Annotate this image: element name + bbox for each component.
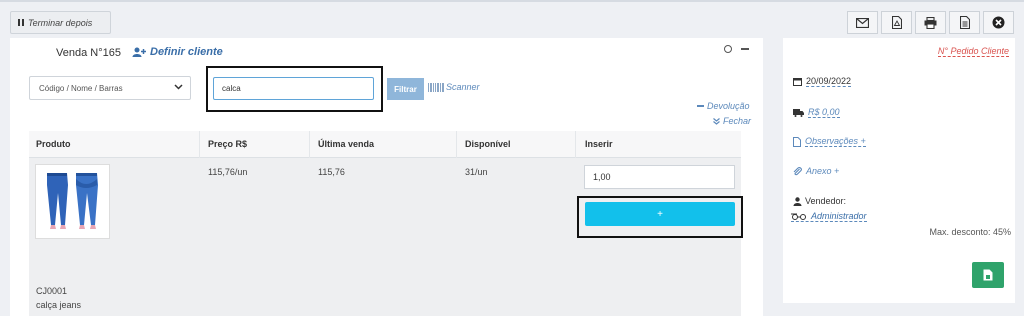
close-label: Fechar	[723, 116, 752, 126]
add-to-sale-button[interactable]: +	[585, 202, 735, 226]
sale-panel: Venda N°165 Definir cliente Código / Nom…	[10, 38, 763, 316]
minus-icon	[697, 105, 704, 107]
client-order-number-link[interactable]: N° Pedido Cliente	[937, 46, 1009, 57]
close-circle-icon	[992, 16, 1005, 29]
collapse-icon[interactable]	[741, 48, 749, 50]
seller-label: Vendedor:	[805, 196, 847, 206]
pdf-button[interactable]	[881, 11, 912, 34]
product-price: 115,76/un	[208, 167, 248, 177]
truck-icon	[793, 108, 804, 117]
max-discount: Max. desconto: 45%	[929, 227, 1011, 237]
date-value: 20/09/2022	[806, 76, 852, 87]
note-icon	[793, 136, 801, 147]
top-border	[0, 0, 1024, 2]
col-produto: Produto	[36, 139, 71, 149]
quantity-input[interactable]	[584, 165, 735, 189]
shipping-row[interactable]: R$ 0,00	[793, 107, 840, 118]
product-available: 31/un	[465, 167, 488, 177]
products-table-header: Produto Preço R$ Última venda Disponível…	[29, 131, 741, 158]
define-client-label: Definir cliente	[150, 46, 223, 58]
col-ultima-venda: Última venda	[318, 139, 375, 149]
scanner-label: Scanner	[446, 82, 480, 92]
chevron-down-icon	[174, 84, 183, 90]
document-button[interactable]	[949, 11, 980, 34]
notes-link: Observações +	[805, 136, 866, 147]
scanner-link[interactable]: Scanner	[428, 82, 480, 92]
seller-name: Administrador	[811, 211, 867, 221]
search-mode-value: Código / Nome / Barras	[39, 83, 123, 93]
glasses-icon	[791, 213, 806, 220]
col-inserir: Inserir	[585, 139, 613, 149]
paperclip-icon	[793, 166, 802, 175]
pdf-icon	[891, 16, 902, 29]
shipping-value: R$ 0,00	[808, 107, 840, 118]
close-button[interactable]	[983, 11, 1014, 34]
envelope-icon	[856, 17, 869, 28]
column-divider	[575, 131, 576, 158]
search-mode-select[interactable]: Código / Nome / Barras	[29, 76, 191, 100]
date-row[interactable]: 20/09/2022	[793, 76, 852, 87]
column-divider	[309, 131, 310, 158]
document-icon	[959, 16, 970, 29]
attachment-row[interactable]: Anexo +	[793, 166, 839, 176]
attachment-link: Anexo +	[806, 166, 840, 176]
refresh-icon[interactable]	[724, 45, 732, 53]
column-divider	[199, 131, 200, 158]
table-row: 115,76/un 115,76 31/un + CJ0001 calça je…	[29, 158, 743, 316]
seller-select[interactable]: Administrador	[791, 211, 867, 222]
product-name: calça jeans	[36, 300, 82, 310]
add-user-icon	[132, 47, 146, 57]
email-button[interactable]	[847, 11, 878, 34]
generate-document-button[interactable]	[972, 262, 1004, 288]
printer-icon	[924, 16, 937, 29]
pause-icon	[18, 19, 24, 26]
double-chevron-down-icon	[713, 117, 720, 125]
close-link[interactable]: Fechar	[713, 116, 751, 126]
product-code: CJ0001	[36, 286, 68, 296]
seller-row: Vendedor:	[793, 196, 846, 206]
print-button[interactable]	[915, 11, 946, 34]
return-link[interactable]: Devolução	[697, 101, 750, 111]
jeans-image	[36, 165, 109, 238]
col-preco: Preço R$	[208, 139, 248, 149]
order-side-panel: N° Pedido Cliente 20/09/2022 R$ 0,00 Obs…	[783, 38, 1015, 303]
return-label: Devolução	[707, 101, 750, 111]
calendar-icon	[793, 78, 802, 86]
define-client-link[interactable]: Definir cliente	[132, 46, 223, 58]
sale-title: Venda N°165	[56, 47, 121, 59]
filter-button[interactable]: Filtrar	[387, 78, 424, 100]
user-icon	[793, 196, 802, 206]
product-image[interactable]	[35, 164, 110, 239]
barcode-icon	[428, 82, 444, 92]
search-input[interactable]	[213, 77, 374, 100]
document-icon	[983, 269, 993, 281]
toolbar	[847, 11, 1017, 34]
product-last-sale: 115,76	[318, 167, 345, 177]
col-disponivel: Disponível	[465, 139, 511, 149]
notes-row[interactable]: Observações +	[793, 136, 866, 147]
column-divider	[456, 131, 457, 158]
finish-later-label: Terminar depois	[28, 17, 93, 28]
finish-later-button[interactable]: Terminar depois	[10, 11, 111, 34]
